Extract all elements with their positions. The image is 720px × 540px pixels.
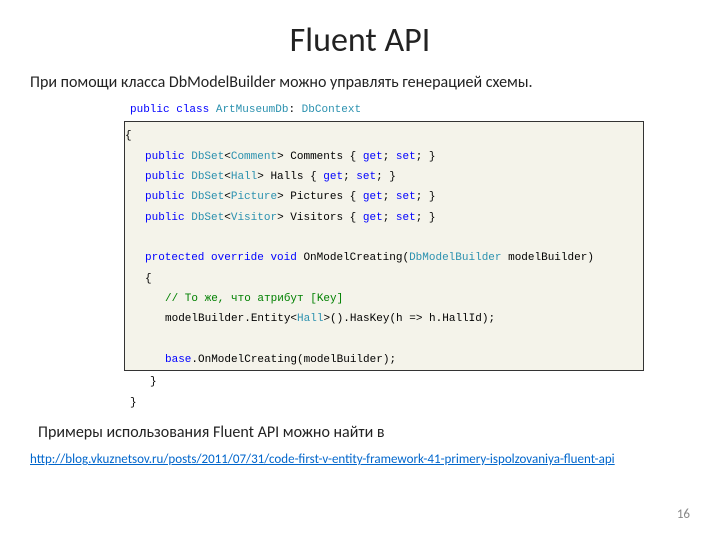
code-line <box>125 228 643 248</box>
page-number: 16 <box>677 507 690 522</box>
page-title: Fluent API <box>30 20 690 61</box>
code-line: public DbSet<Comment> Comments { get; se… <box>125 147 643 167</box>
code-line: { <box>125 269 643 289</box>
code-line: protected override void OnModelCreating(… <box>125 248 643 268</box>
code-block: public class ArtMuseumDb: DbContext { pu… <box>130 100 690 413</box>
code-line: public DbSet<Hall> Halls { get; set; } <box>125 167 643 187</box>
code-line: } <box>130 393 690 413</box>
code-line: { <box>125 126 643 146</box>
code-line <box>125 330 643 350</box>
code-line: base.OnModelCreating(modelBuilder); <box>125 350 643 370</box>
code-line: public DbSet<Picture> Pictures { get; se… <box>125 187 643 207</box>
code-line-comment: // То же, что атрибут [Key] <box>125 289 643 309</box>
reference-link[interactable]: http://blog.vkuznetsov.ru/posts/2011/07/… <box>30 452 615 467</box>
code-line: modelBuilder.Entity<Hall>().HasKey(h => … <box>125 309 643 329</box>
footer-text: Примеры использования Fluent API можно н… <box>38 423 690 442</box>
code-line: } <box>130 372 690 392</box>
code-line-classdecl: public class ArtMuseumDb: DbContext <box>130 100 690 120</box>
subtitle: При помощи класса DbModelBuilder можно у… <box>30 73 690 92</box>
code-line: public DbSet<Visitor> Visitors { get; se… <box>125 208 643 228</box>
code-box: { public DbSet<Comment> Comments { get; … <box>124 121 644 371</box>
